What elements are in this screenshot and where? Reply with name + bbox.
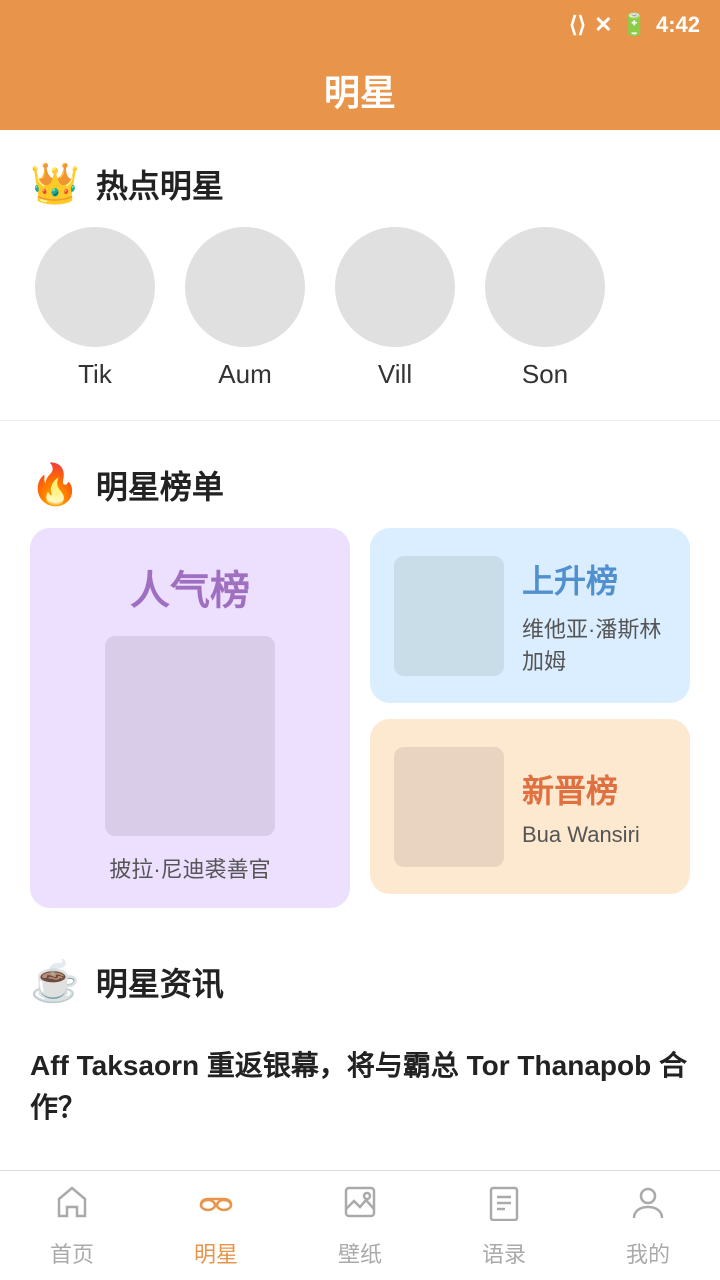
star-name: Tik — [78, 359, 112, 390]
rising-chart-image — [394, 556, 504, 676]
star-avatar — [335, 227, 455, 347]
status-bar: ⟨⟩ ✕ 🔋 4:42 — [0, 0, 720, 50]
popular-chart-subtitle: 披拉·尼迪裘善官 — [109, 852, 270, 884]
charts-header: 🔥 明星榜单 — [0, 431, 720, 528]
wallpaper-icon — [341, 1183, 379, 1231]
nav-label-mine: 我的 — [626, 1237, 670, 1269]
popular-chart-column: 人气榜 披拉·尼迪裘善官 — [30, 528, 350, 908]
rising-chart-title: 上升榜 — [522, 556, 666, 602]
nav-label-quotes: 语录 — [482, 1237, 526, 1269]
star-item[interactable]: Vill — [330, 227, 460, 390]
quotes-icon — [485, 1183, 523, 1231]
new-chart-title: 新晋榜 — [522, 766, 666, 812]
news-item-1[interactable]: Aff Taksaorn 重返银幕，将与霸总 Tor Thanapob 合作？ — [0, 1025, 720, 1149]
signal-icon: ⟨⟩ — [569, 12, 586, 38]
new-chart-text: 新晋榜 Bua Wansiri — [522, 766, 666, 848]
rising-chart-text: 上升榜 维他亚·潘斯林加姆 — [522, 556, 666, 676]
nav-label-stars: 明星 — [194, 1237, 238, 1269]
popular-chart-image — [105, 636, 275, 836]
new-chart-card[interactable]: 新晋榜 Bua Wansiri — [370, 719, 690, 894]
secondary-charts-column: 上升榜 维他亚·潘斯林加姆 新晋榜 Bua Wansiri — [370, 528, 690, 908]
star-avatar — [185, 227, 305, 347]
nav-item-mine[interactable]: 我的 — [576, 1183, 720, 1269]
news-title: 明星资讯 — [96, 959, 224, 1005]
star-item[interactable]: Son — [480, 227, 610, 390]
charts-title: 明星榜单 — [96, 462, 224, 508]
new-chart-desc: Bua Wansiri — [522, 822, 666, 848]
star-name: Vill — [378, 359, 412, 390]
rising-chart-desc: 维他亚·潘斯林加姆 — [522, 612, 666, 676]
nav-label-home: 首页 — [50, 1237, 94, 1269]
star-avatar — [35, 227, 155, 347]
hot-stars-scroll[interactable]: Tik Aum Vill Son — [0, 227, 720, 410]
status-icons: ⟨⟩ ✕ 🔋 4:42 — [569, 12, 700, 38]
crown-icon: 👑 — [30, 160, 80, 207]
time-display: 4:42 — [656, 12, 700, 38]
battery-icon: 🔋 — [621, 12, 648, 38]
page-title: 明星 — [324, 64, 396, 116]
nav-item-home[interactable]: 首页 — [0, 1183, 144, 1269]
hot-stars-title: 热点明星 — [96, 161, 224, 207]
nav-label-wallpaper: 壁纸 — [338, 1237, 382, 1269]
star-item[interactable]: Aum — [180, 227, 310, 390]
star-item[interactable]: Tik — [30, 227, 160, 390]
star-avatar — [485, 227, 605, 347]
main-content: 👑 热点明星 Tik Aum Vill Son 🔥 明星榜单 人气榜 披拉·尼迪裘善官… — [0, 130, 720, 1279]
news-header: ☕ 明星资讯 — [0, 928, 720, 1025]
home-icon — [53, 1183, 91, 1231]
profile-icon — [629, 1183, 667, 1231]
new-chart-image — [394, 747, 504, 867]
fire-icon: 🔥 — [30, 461, 80, 508]
coffee-icon: ☕ — [30, 958, 80, 1005]
wifi-icon: ✕ — [594, 12, 612, 38]
stars-nav-icon — [197, 1183, 235, 1231]
nav-item-stars[interactable]: 明星 — [144, 1183, 288, 1269]
bottom-navigation: 首页 明星 壁纸 — [0, 1170, 720, 1280]
hot-stars-header: 👑 热点明星 — [0, 130, 720, 227]
popular-chart-card[interactable]: 人气榜 披拉·尼迪裘善官 — [30, 528, 350, 908]
app-header: 明星 — [0, 50, 720, 130]
popular-chart-title: 人气榜 — [130, 558, 250, 616]
rising-chart-card[interactable]: 上升榜 维他亚·潘斯林加姆 — [370, 528, 690, 703]
nav-item-wallpaper[interactable]: 壁纸 — [288, 1183, 432, 1269]
divider-1 — [0, 420, 720, 421]
star-name: Son — [522, 359, 568, 390]
charts-container: 人气榜 披拉·尼迪裘善官 上升榜 维他亚·潘斯林加姆 新晋榜 Bua Wansi… — [0, 528, 720, 928]
star-name: Aum — [218, 359, 271, 390]
nav-item-quotes[interactable]: 语录 — [432, 1183, 576, 1269]
news-item-1-title: Aff Taksaorn 重返银幕，将与霸总 Tor Thanapob 合作？ — [30, 1050, 687, 1123]
